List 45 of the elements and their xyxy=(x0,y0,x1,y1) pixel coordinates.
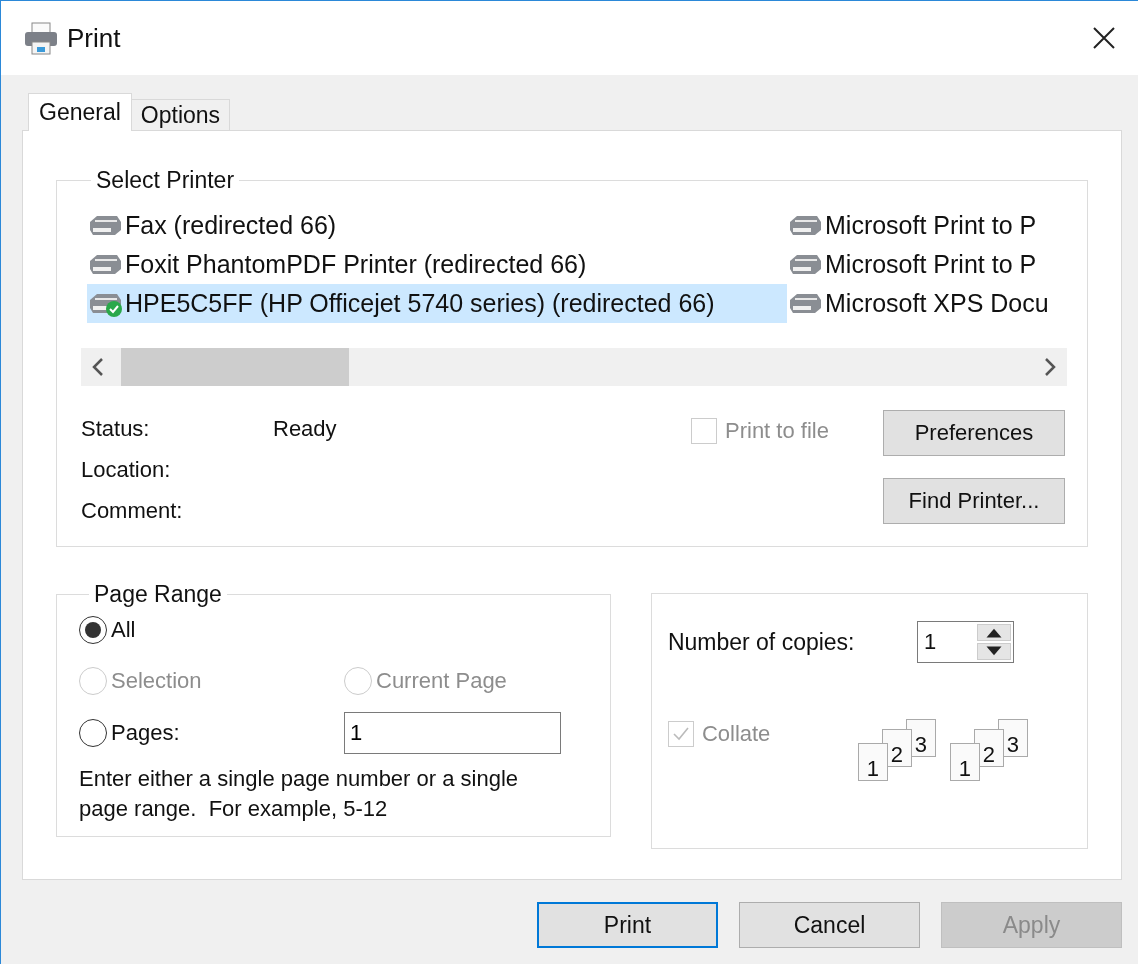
window-title: Print xyxy=(67,22,122,54)
dialog-button[interactable]: Preferences xyxy=(883,410,1065,456)
printer-name: Microsoft XPS Docu xyxy=(825,289,1049,318)
group-title: Select Printer xyxy=(95,167,236,194)
printer-item[interactable]: Microsoft Print to P xyxy=(787,245,1063,284)
group-title: Page Range xyxy=(93,581,223,608)
info-label: Comment: xyxy=(81,498,184,523)
radio-label: All xyxy=(111,617,136,643)
tab[interactable]: Options xyxy=(130,99,231,131)
printer-name: Fax (redirected 66) xyxy=(125,211,337,240)
checkbox-label: Collate xyxy=(701,721,771,747)
horizontal-scrollbar[interactable] xyxy=(81,348,1067,386)
printer-name: Microsoft Print to P xyxy=(825,211,1037,240)
printer-item[interactable]: Microsoft Print to P xyxy=(787,206,1063,245)
copies-spinner[interactable]: 1 xyxy=(916,621,1014,663)
info-label: Status: xyxy=(81,416,151,441)
dialog-button[interactable]: Print xyxy=(537,902,718,948)
printer-item[interactable]: Foxit PhantomPDF Printer (redirected 66) xyxy=(87,245,787,284)
radio-label: Pages: xyxy=(111,720,180,746)
printer-name: Foxit PhantomPDF Printer (redirected 66) xyxy=(125,250,587,279)
scroll-left-icon[interactable] xyxy=(91,357,105,377)
printer-name: Microsoft Print to P xyxy=(825,250,1037,279)
radio-label: Selection xyxy=(111,668,202,694)
hint-text: Enter either a single page number or a single page range. For example, 5-12 xyxy=(79,765,520,823)
page-icon: 1 xyxy=(949,743,980,781)
printer-icon xyxy=(23,20,59,56)
dialog-button[interactable]: Find Printer... xyxy=(883,478,1065,524)
radio-label: Current Page xyxy=(376,668,507,694)
copies-label: Number of copies: xyxy=(667,628,855,656)
dialog-button[interactable]: Cancel xyxy=(739,902,920,948)
printer-item[interactable]: Fax (redirected 66) xyxy=(87,206,787,245)
scroll-right-icon[interactable] xyxy=(1043,357,1057,377)
radio-button[interactable] xyxy=(79,719,107,747)
tab[interactable]: General xyxy=(28,93,132,131)
close-icon[interactable] xyxy=(1092,26,1116,50)
info-value: Ready xyxy=(273,416,338,441)
printer-name: HPE5C5FF (HP Officejet 5740 series) (redirected 66) xyxy=(125,289,715,318)
page-icon: 1 xyxy=(857,743,888,781)
printer-item[interactable]: HPE5C5FF (HP Officejet 5740 series) (redirected 66) xyxy=(87,284,787,323)
radio-button[interactable] xyxy=(79,616,107,644)
pages-field[interactable]: 1 xyxy=(344,712,561,754)
printer-item[interactable]: Microsoft XPS Docu xyxy=(787,284,1063,323)
scrollbar-thumb[interactable] xyxy=(121,348,349,386)
info-label: Location: xyxy=(81,457,172,482)
checkbox-label: Print to file xyxy=(725,418,829,444)
